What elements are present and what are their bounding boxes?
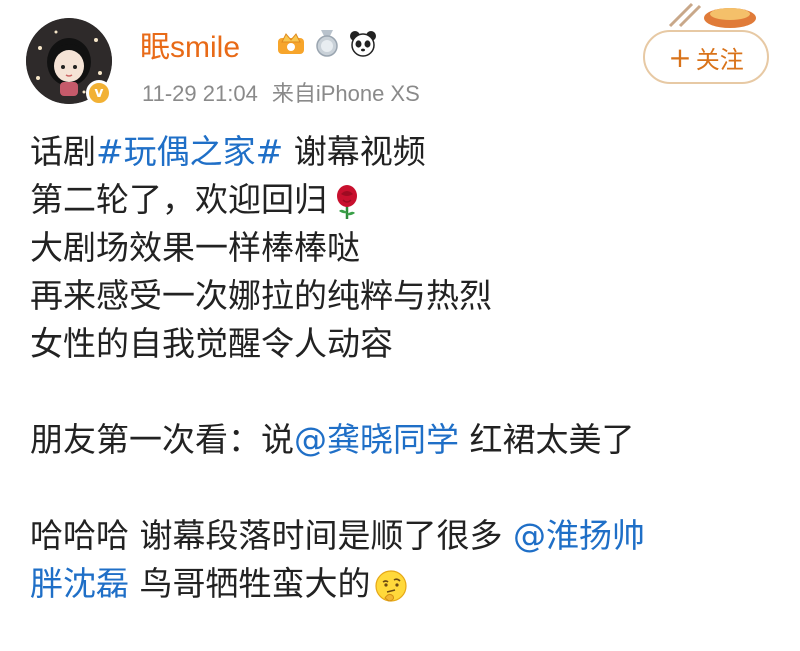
text-segment: 朋友第一次看：说	[30, 420, 294, 459]
thinking-emoji-icon	[374, 569, 407, 602]
post-line: 女性的自我觉醒令人动容	[30, 320, 770, 368]
user-badges	[276, 26, 378, 60]
medal-icon[interactable]	[312, 28, 342, 58]
post-content: 话剧#玩偶之家# 谢幕视频 第二轮了，欢迎回归 大剧场效果一样棒棒哒 再来感受一…	[30, 128, 770, 608]
post-line: 大剧场效果一样棒棒哒	[30, 224, 770, 272]
text-segment: 谢幕视频	[283, 132, 426, 171]
crown-vip-icon[interactable]	[276, 28, 306, 58]
post-line: 第二轮了，欢迎回归	[30, 176, 770, 224]
plus-icon: +	[668, 40, 692, 74]
decorative-corner-icon	[668, 2, 756, 28]
mention-link[interactable]: @淮扬帅	[513, 516, 645, 555]
text-segment: 女性的自我觉醒令人动容	[30, 324, 393, 363]
rose-emoji-icon	[337, 184, 357, 219]
post-time: 11-29 21:04	[142, 81, 258, 106]
hashtag-link[interactable]: #玩偶之家#	[96, 132, 283, 171]
mention-link[interactable]: @龚晓同学	[294, 420, 459, 459]
mention-link-continued[interactable]: 胖沈磊	[30, 564, 129, 603]
follow-label: 关注	[695, 45, 744, 74]
text-segment: 哈哈哈 谢幕段落时间是顺了很多	[30, 516, 513, 555]
panda-icon[interactable]	[348, 28, 378, 58]
follow-button[interactable]: + 关注	[643, 30, 769, 84]
post-line: 朋友第一次看：说@龚晓同学 红裙太美了	[30, 416, 770, 464]
text-segment: 第二轮了，欢迎回归	[30, 180, 327, 219]
post-source[interactable]: 来自iPhone XS	[272, 81, 420, 106]
post-line: 再来感受一次娜拉的纯粹与热烈	[30, 272, 770, 320]
post-line: 胖沈磊 鸟哥牺牲蛮大的	[30, 560, 770, 608]
username[interactable]: 眠smile	[140, 22, 240, 66]
text-segment: 大剧场效果一样棒棒哒	[30, 228, 360, 267]
text-segment: 话剧	[30, 132, 96, 171]
text-segment: 红裙太美了	[459, 420, 635, 459]
text-segment: 再来感受一次娜拉的纯粹与热烈	[30, 276, 492, 315]
post-line: 哈哈哈 谢幕段落时间是顺了很多 @淮扬帅	[30, 512, 770, 560]
post-line: 话剧#玩偶之家# 谢幕视频	[30, 128, 770, 176]
verified-badge-icon: v	[86, 80, 112, 106]
post-meta: 11-29 21:04 来自iPhone XS	[142, 76, 420, 108]
text-segment: 鸟哥牺牲蛮大的	[129, 564, 371, 603]
